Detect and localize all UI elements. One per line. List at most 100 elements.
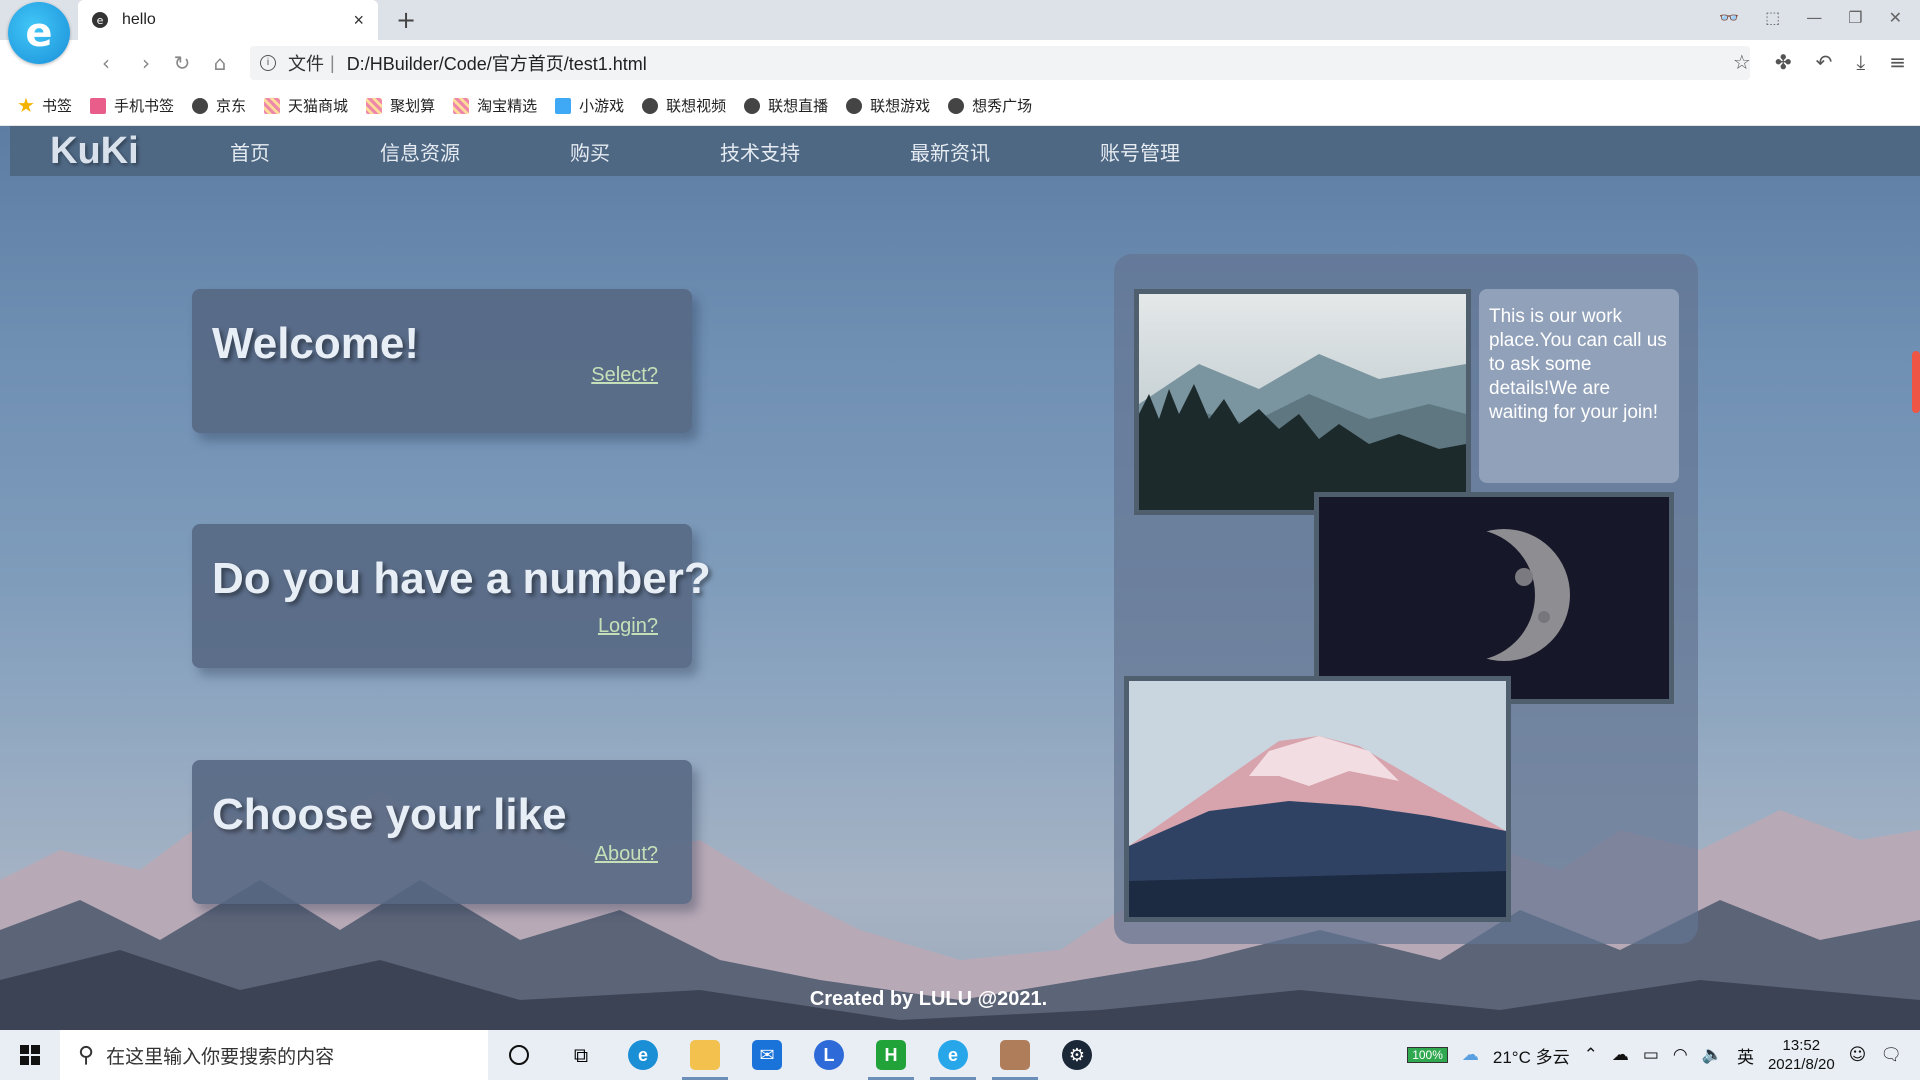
bookmark-item[interactable]: 联想直播 bbox=[744, 95, 828, 116]
file-explorer-icon[interactable] bbox=[674, 1030, 736, 1080]
bookmarks-bar: 书签 手机书签 京东 天猫商城 聚划算 淘宝精选 小游戏 联想视频 联想直播 联… bbox=[0, 86, 1920, 126]
bookmark-item[interactable]: 天猫商城 bbox=[264, 95, 348, 116]
scrollbar-thumb[interactable] bbox=[1912, 351, 1920, 413]
bookmark-item[interactable]: 淘宝精选 bbox=[453, 95, 537, 116]
task-view-icon[interactable]: ⧉ bbox=[550, 1030, 612, 1080]
forward-icon[interactable]: › bbox=[132, 49, 160, 77]
browser-tab-bar: e e hello × + 👓 ⬚ — ❐ ✕ bbox=[0, 0, 1920, 64]
welcome-card: Welcome! Select? bbox=[192, 289, 692, 433]
chevron-up-icon[interactable]: ⌃ bbox=[1584, 1045, 1598, 1065]
menu-icon[interactable]: ≡ bbox=[1889, 50, 1906, 74]
star-icon bbox=[18, 97, 34, 113]
window-controls: 👓 ⬚ — ❐ ✕ bbox=[1719, 8, 1902, 27]
bookmark-item[interactable]: 联想游戏 bbox=[846, 95, 930, 116]
maximize-icon[interactable]: ❐ bbox=[1848, 8, 1862, 27]
choose-card: Choose your like About? bbox=[192, 760, 692, 904]
lenovo-app-icon[interactable]: L bbox=[798, 1030, 860, 1080]
site-header: KuKi 首页 信息资源 购买 技术支持 最新资讯 账号管理 bbox=[10, 126, 1920, 176]
site-favicon-icon bbox=[453, 97, 470, 114]
login-link[interactable]: Login? bbox=[598, 615, 658, 638]
url-text[interactable]: D:/HBuilder/Code/官方首页/test1.html bbox=[347, 50, 647, 76]
bookmark-item[interactable]: 想秀广场 bbox=[948, 95, 1032, 116]
new-tab-button[interactable]: + bbox=[396, 6, 416, 34]
battery-indicator[interactable]: 100% bbox=[1407, 1047, 1448, 1063]
site-favicon-icon bbox=[264, 97, 281, 114]
browser-tab[interactable]: e hello × bbox=[78, 0, 378, 40]
browser-e-icon[interactable]: e bbox=[922, 1030, 984, 1080]
onedrive-icon[interactable]: ☁ bbox=[1612, 1045, 1629, 1065]
bookmark-star-icon[interactable]: ☆ bbox=[1733, 50, 1751, 74]
weather-cloud-icon: ☁ bbox=[1461, 1045, 1479, 1065]
wifi-icon[interactable]: ◠ bbox=[1673, 1045, 1688, 1065]
url-file-label: 文件 bbox=[288, 54, 324, 74]
tab-title: hello bbox=[122, 11, 156, 28]
menu-item-resources[interactable]: 信息资源 bbox=[380, 137, 460, 166]
bookmark-label: 联想游戏 bbox=[870, 98, 931, 115]
browser-e-icon bbox=[846, 97, 863, 114]
menu-item-news[interactable]: 最新资讯 bbox=[910, 137, 990, 166]
cortana-icon[interactable] bbox=[488, 1030, 550, 1080]
close-window-icon[interactable]: ✕ bbox=[1889, 8, 1902, 27]
browser-e-icon bbox=[192, 97, 209, 114]
bookmark-label: 联想直播 bbox=[768, 98, 829, 115]
incognito-icon[interactable]: 👓 bbox=[1719, 8, 1739, 27]
extensions-icon[interactable]: ✤ bbox=[1775, 50, 1792, 74]
menu-item-account[interactable]: 账号管理 bbox=[1100, 137, 1180, 166]
fuji-photo bbox=[1124, 676, 1511, 922]
taskbar-search[interactable]: ⚲ 在这里输入你要搜索的内容 bbox=[60, 1030, 488, 1080]
undo-close-icon[interactable]: ↶ bbox=[1816, 50, 1833, 74]
skin-icon[interactable]: ⬚ bbox=[1765, 8, 1780, 27]
login-card: Do you have a number? Login? bbox=[192, 524, 711, 668]
start-button[interactable] bbox=[0, 1030, 60, 1080]
minimize-icon[interactable]: — bbox=[1806, 8, 1822, 27]
back-icon[interactable]: ‹ bbox=[92, 49, 120, 77]
home-icon[interactable]: ⌂ bbox=[206, 49, 234, 77]
reload-icon[interactable]: ↻ bbox=[168, 49, 196, 77]
volume-icon[interactable]: 🔈 bbox=[1702, 1045, 1723, 1065]
forest-photo bbox=[1134, 289, 1471, 515]
bookmark-label: 书签 bbox=[42, 98, 73, 115]
photo-app-icon[interactable] bbox=[984, 1030, 1046, 1080]
browser-e-icon bbox=[948, 97, 965, 114]
edge-icon[interactable]: e bbox=[612, 1030, 674, 1080]
bookmark-item[interactable]: 联想视频 bbox=[642, 95, 726, 116]
notification-icon[interactable]: 🗨 bbox=[1880, 1045, 1902, 1065]
emoji-icon[interactable]: ☺ bbox=[1849, 1045, 1867, 1065]
mail-icon[interactable]: ✉ bbox=[736, 1030, 798, 1080]
toolbar-actions: ☆ ✤ ↶ ⤓ ≡ bbox=[1733, 50, 1906, 74]
select-link[interactable]: Select? bbox=[591, 364, 658, 387]
bookmark-item[interactable]: 手机书签 bbox=[90, 95, 174, 116]
clock[interactable]: 13:52 2021/8/20 bbox=[1768, 1036, 1835, 1074]
clock-date: 2021/8/20 bbox=[1767, 1056, 1835, 1073]
web-page: KuKi 首页 信息资源 购买 技术支持 最新资讯 账号管理 Welcome! … bbox=[0, 126, 1920, 1030]
weather-text[interactable]: 21°C 多云 bbox=[1493, 1043, 1570, 1068]
bookmark-label: 想秀广场 bbox=[972, 98, 1033, 115]
tab-close-icon[interactable]: × bbox=[353, 10, 364, 31]
menu-item-support[interactable]: 技术支持 bbox=[720, 137, 800, 166]
ime-indicator[interactable]: 英 bbox=[1737, 1043, 1754, 1068]
menu-item-home[interactable]: 首页 bbox=[230, 137, 270, 166]
browser-logo-icon[interactable]: e bbox=[8, 2, 70, 64]
bookmark-label: 小游戏 bbox=[579, 98, 625, 115]
address-bar[interactable]: i 文件 | D:/HBuilder/Code/官方首页/test1.html bbox=[250, 46, 1750, 80]
browser-e-icon bbox=[744, 97, 761, 114]
site-info-icon[interactable]: i bbox=[260, 55, 276, 71]
hbuilder-icon[interactable]: H bbox=[860, 1030, 922, 1080]
search-icon: ⚲ bbox=[78, 1042, 95, 1068]
game-icon bbox=[555, 97, 572, 114]
moon-photo bbox=[1314, 492, 1674, 704]
tab-favicon-icon: e bbox=[92, 12, 108, 28]
battery-icon[interactable]: ▭ bbox=[1643, 1045, 1659, 1065]
bookmark-label: 联想视频 bbox=[666, 98, 727, 115]
about-link[interactable]: About? bbox=[595, 843, 658, 866]
footer-text: Created by LULU @2021. bbox=[809, 988, 1048, 1010]
bookmark-item[interactable]: 小游戏 bbox=[555, 95, 624, 116]
bookmark-item[interactable]: 书签 bbox=[18, 95, 72, 116]
download-icon[interactable]: ⤓ bbox=[1856, 50, 1865, 74]
bookmark-item[interactable]: 聚划算 bbox=[366, 95, 435, 116]
menu-item-buy[interactable]: 购买 bbox=[570, 137, 610, 166]
bookmark-item[interactable]: 京东 bbox=[192, 95, 246, 116]
steam-icon[interactable]: ⚙ bbox=[1046, 1030, 1108, 1080]
windows-logo-icon bbox=[20, 1045, 40, 1065]
site-logo[interactable]: KuKi bbox=[50, 130, 230, 173]
